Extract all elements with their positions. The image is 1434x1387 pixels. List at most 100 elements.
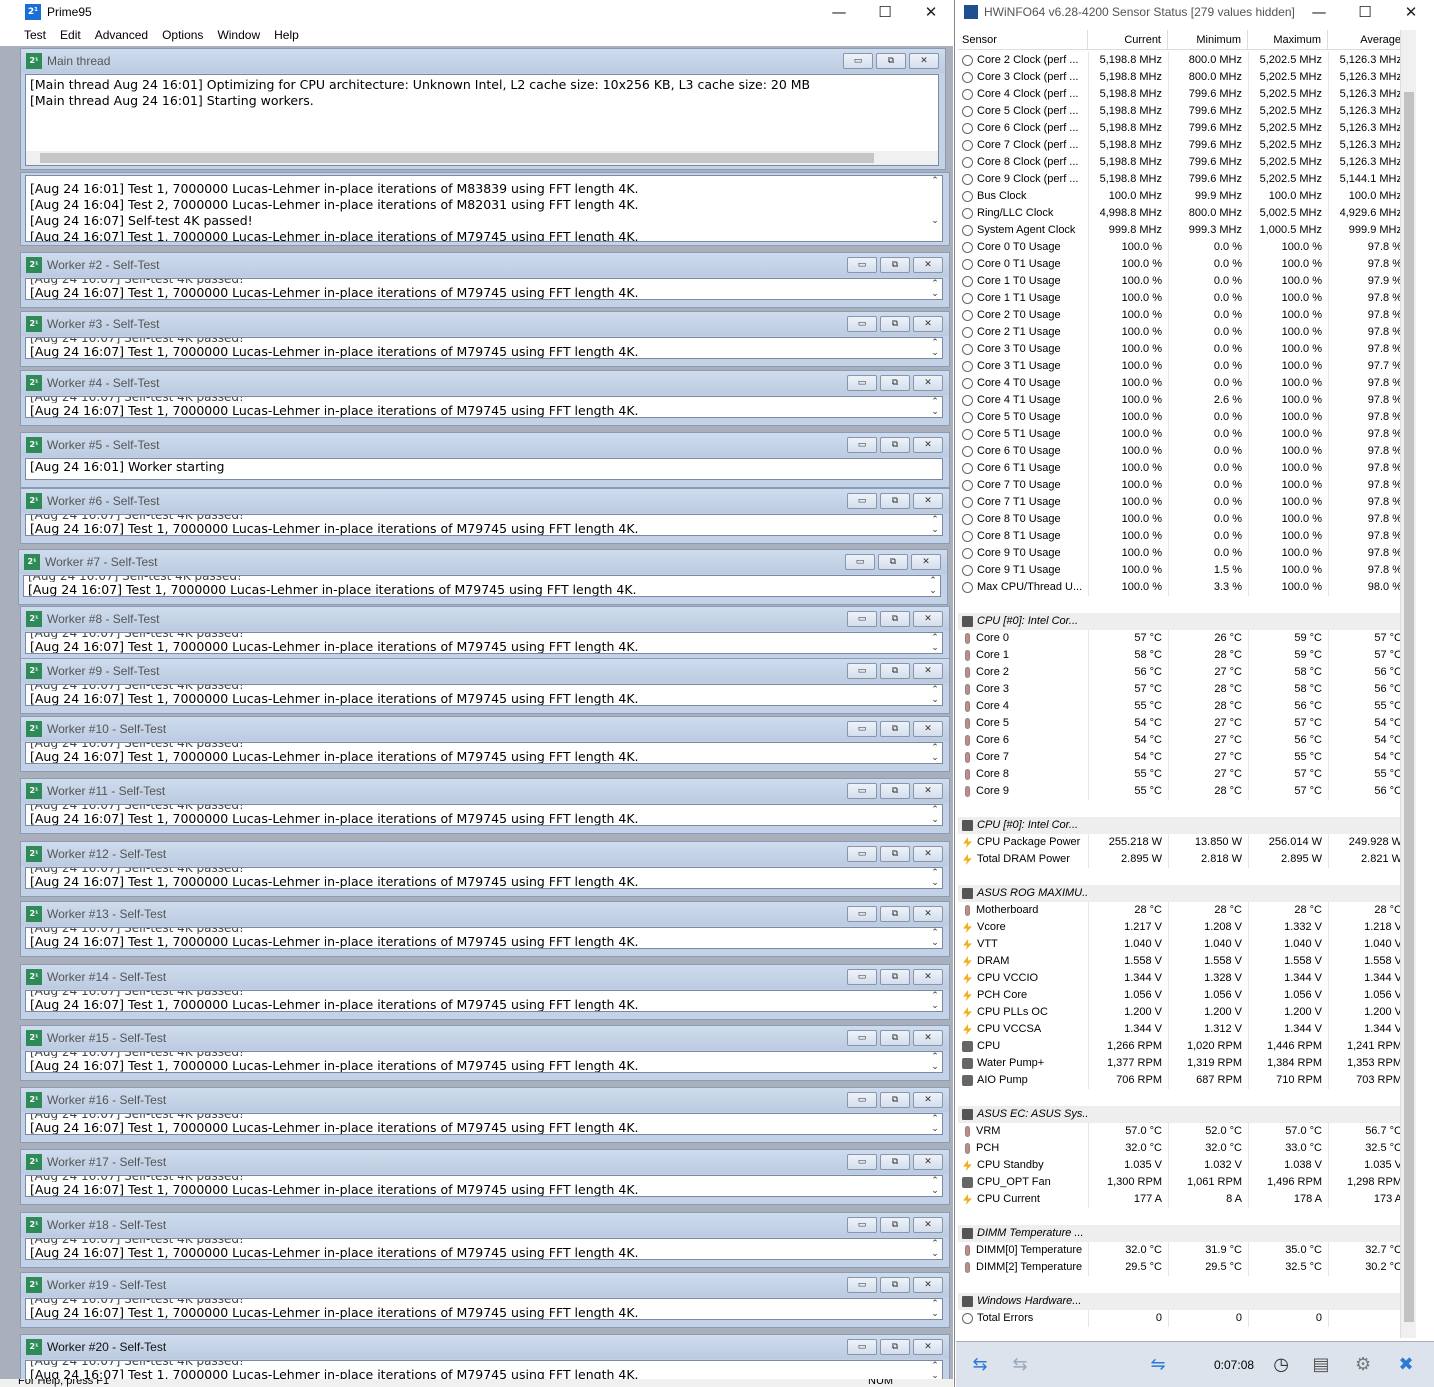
sensor-row[interactable]: Core 2 T1 Usage 100.0 % 0.0 % 100.0 % 97… bbox=[958, 324, 1408, 341]
close-button[interactable]: ✕ bbox=[913, 783, 943, 799]
vertical-scrollbar[interactable]: ⌃ ⌄ bbox=[928, 176, 942, 241]
sensor-row[interactable]: VTT 1.040 V 1.040 V 1.040 V 1.040 V bbox=[958, 936, 1408, 953]
minimize-button[interactable]: ▭ bbox=[847, 1092, 877, 1108]
close-button[interactable]: ✕ bbox=[913, 663, 943, 679]
worker-12-window[interactable]: 2¹ Worker #12 - Self-Test ▭ ⧉ ✕ [Aug 24 16:… bbox=[20, 841, 950, 897]
vertical-scrollbar[interactable]: ⌃ ⌄ bbox=[928, 1114, 942, 1134]
minimize-button[interactable]: ▭ bbox=[847, 846, 877, 862]
restore-button[interactable]: ⧉ bbox=[880, 611, 910, 627]
minimize-button[interactable]: ▭ bbox=[847, 1154, 877, 1170]
scrollbar-thumb[interactable] bbox=[1404, 92, 1414, 1322]
worker-11-window[interactable]: 2¹ Worker #11 - Self-Test ▭ ⧉ ✕ [Aug 24 16:… bbox=[20, 778, 950, 834]
sensor-row[interactable]: Core 7 54 °C 27 °C 55 °C 54 °C bbox=[958, 749, 1408, 766]
vertical-scrollbar[interactable]: ⌃ ⌄ bbox=[926, 576, 940, 596]
restore-button[interactable]: ⧉ bbox=[880, 721, 910, 737]
sensor-row[interactable]: Core 4 Clock (perf ... 5,198.8 MHz 799.6… bbox=[958, 86, 1408, 103]
sensor-group-row[interactable]: Windows Hardware... bbox=[958, 1293, 1408, 1310]
close-button[interactable]: ✕ bbox=[913, 493, 943, 509]
sensor-row[interactable]: Core 3 T0 Usage 100.0 % 0.0 % 100.0 % 97… bbox=[958, 341, 1408, 358]
minimize-button[interactable]: ▭ bbox=[847, 1277, 877, 1293]
sensor-row[interactable]: CPU 1,266 RPM 1,020 RPM 1,446 RPM 1,241 … bbox=[958, 1038, 1408, 1055]
menu-options[interactable]: Options bbox=[162, 28, 203, 42]
sensor-row[interactable]: Core 8 55 °C 27 °C 57 °C 55 °C bbox=[958, 766, 1408, 783]
menu-advanced[interactable]: Advanced bbox=[95, 28, 148, 42]
worker-5-window[interactable]: 2¹ Worker #5 - Self-Test ▭ ⧉ ✕ [Aug 24 16:0… bbox=[20, 432, 950, 488]
close-button[interactable]: ✕ bbox=[913, 437, 943, 453]
vertical-scrollbar[interactable]: ⌃ ⌄ bbox=[928, 805, 942, 825]
sensor-row[interactable]: Core 7 T0 Usage 100.0 % 0.0 % 100.0 % 97… bbox=[958, 477, 1408, 494]
column-average[interactable]: Average bbox=[1328, 30, 1408, 49]
worker-17-window[interactable]: 2¹ Worker #17 - Self-Test ▭ ⧉ ✕ [Aug 24 16:… bbox=[20, 1149, 950, 1205]
menu-window[interactable]: Window bbox=[217, 28, 260, 42]
menu-help[interactable]: Help bbox=[274, 28, 299, 42]
horizontal-scrollbar[interactable] bbox=[26, 151, 938, 165]
expand-arrows-icon[interactable]: ⇆ bbox=[960, 1348, 1000, 1382]
restore-button[interactable]: ⧉ bbox=[880, 1092, 910, 1108]
column-current[interactable]: Current bbox=[1088, 30, 1168, 49]
minimize-button[interactable]: ▭ bbox=[847, 375, 877, 391]
sensor-row[interactable]: Core 9 Clock (perf ... 5,198.8 MHz 799.6… bbox=[958, 171, 1408, 188]
vertical-scrollbar[interactable]: ⌃ ⌄ bbox=[928, 1239, 942, 1259]
restore-button[interactable]: ⧉ bbox=[880, 316, 910, 332]
close-button[interactable]: ✕ bbox=[913, 1217, 943, 1233]
sensor-row[interactable]: DIMM[2] Temperature 29.5 °C 29.5 °C 32.5… bbox=[958, 1259, 1408, 1276]
close-button[interactable]: ✕ bbox=[913, 375, 943, 391]
restore-button[interactable]: ⧉ bbox=[880, 493, 910, 509]
worker-18-window[interactable]: 2¹ Worker #18 - Self-Test ▭ ⧉ ✕ [Aug 24 16:… bbox=[20, 1212, 950, 1268]
sensor-row[interactable]: CPU Package Power 255.218 W 13.850 W 256… bbox=[958, 834, 1408, 851]
worker-4-window[interactable]: 2¹ Worker #4 - Self-Test ▭ ⧉ ✕ [Aug 24 16:0… bbox=[20, 370, 950, 426]
sensor-row[interactable]: Core 4 T1 Usage 100.0 % 2.6 % 100.0 % 97… bbox=[958, 392, 1408, 409]
sensor-row[interactable]: DIMM[0] Temperature 32.0 °C 31.9 °C 35.0… bbox=[958, 1242, 1408, 1259]
sensor-row[interactable]: AIO Pump 706 RPM 687 RPM 710 RPM 703 RPM bbox=[958, 1072, 1408, 1089]
vertical-scrollbar[interactable]: ⌃ ⌄ bbox=[928, 868, 942, 888]
restore-button[interactable]: ⧉ bbox=[880, 846, 910, 862]
vertical-scrollbar[interactable]: ⌃ ⌄ bbox=[928, 338, 942, 358]
minimize-button[interactable]: — bbox=[816, 3, 862, 21]
worker-3-window[interactable]: 2¹ Worker #3 - Self-Test ▭ ⧉ ✕ [Aug 24 16:0… bbox=[20, 311, 950, 367]
menu-edit[interactable]: Edit bbox=[60, 28, 81, 42]
sensor-row[interactable]: CPU VCCIO 1.344 V 1.328 V 1.344 V 1.344 … bbox=[958, 970, 1408, 987]
vertical-scrollbar[interactable]: ⌃ ⌄ bbox=[928, 928, 942, 948]
worker-20-window[interactable]: 2¹ Worker #20 - Self-Test ▭ ⧉ ✕ [Aug 24 16:… bbox=[20, 1334, 950, 1379]
close-button[interactable]: ✕ bbox=[913, 1339, 943, 1355]
worker-7-window[interactable]: 2¹ Worker #7 - Self-Test ▭ ⧉ ✕ [Aug 24 16:0… bbox=[18, 549, 948, 605]
add-report-icon[interactable]: ▤ bbox=[1300, 1348, 1342, 1382]
sensor-group-row[interactable]: ASUS ROG MAXIMU... bbox=[958, 885, 1408, 902]
minimize-button[interactable]: ▭ bbox=[847, 721, 877, 737]
sensor-group-row[interactable]: ASUS EC: ASUS Sys... bbox=[958, 1106, 1408, 1123]
minimize-button[interactable]: ▭ bbox=[847, 1217, 877, 1233]
sensor-row[interactable]: Core 9 T1 Usage 100.0 % 1.5 % 100.0 % 97… bbox=[958, 562, 1408, 579]
close-button[interactable]: ✕ bbox=[913, 611, 943, 627]
vertical-scrollbar[interactable]: ⌃ ⌄ bbox=[928, 279, 942, 299]
close-button[interactable]: ✕ bbox=[1388, 3, 1434, 21]
close-button[interactable]: ✕ bbox=[913, 257, 943, 273]
sensor-row[interactable]: Core 2 T0 Usage 100.0 % 0.0 % 100.0 % 97… bbox=[958, 307, 1408, 324]
sensor-row[interactable]: PCH Core 1.056 V 1.056 V 1.056 V 1.056 V bbox=[958, 987, 1408, 1004]
restore-button[interactable]: ⧉ bbox=[880, 375, 910, 391]
worker-19-window[interactable]: 2¹ Worker #19 - Self-Test ▭ ⧉ ✕ [Aug 24 16:… bbox=[20, 1272, 950, 1328]
maximize-button[interactable]: ☐ bbox=[862, 3, 908, 21]
minimize-button[interactable]: ▭ bbox=[847, 1339, 877, 1355]
worker-14-window[interactable]: 2¹ Worker #14 - Self-Test ▭ ⧉ ✕ [Aug 24 16:… bbox=[20, 964, 950, 1020]
sensor-row[interactable]: Core 9 T0 Usage 100.0 % 0.0 % 100.0 % 97… bbox=[958, 545, 1408, 562]
maximize-button[interactable]: ☐ bbox=[1342, 3, 1388, 21]
minimize-button[interactable]: ▭ bbox=[845, 554, 875, 570]
close-button[interactable]: ✕ bbox=[913, 846, 943, 862]
sensor-row[interactable]: Core 1 T0 Usage 100.0 % 0.0 % 100.0 % 97… bbox=[958, 273, 1408, 290]
worker-13-window[interactable]: 2¹ Worker #13 - Self-Test ▭ ⧉ ✕ [Aug 24 16:… bbox=[20, 901, 950, 957]
minimize-button[interactable]: ▭ bbox=[847, 783, 877, 799]
sensor-row[interactable]: Core 3 Clock (perf ... 5,198.8 MHz 800.0… bbox=[958, 69, 1408, 86]
worker-6-window[interactable]: 2¹ Worker #6 - Self-Test ▭ ⧉ ✕ [Aug 24 16:0… bbox=[20, 488, 950, 544]
sensor-row[interactable]: Total Errors 0 0 0 bbox=[958, 1310, 1408, 1327]
sensor-row[interactable]: DRAM 1.558 V 1.558 V 1.558 V 1.558 V bbox=[958, 953, 1408, 970]
column-sensor[interactable]: Sensor bbox=[958, 30, 1088, 49]
sensor-row[interactable]: CPU Standby 1.035 V 1.032 V 1.038 V 1.03… bbox=[958, 1157, 1408, 1174]
sensor-row[interactable]: Core 5 54 °C 27 °C 57 °C 54 °C bbox=[958, 715, 1408, 732]
close-button[interactable]: ✕ bbox=[908, 3, 954, 21]
sensor-row[interactable]: Core 8 T1 Usage 100.0 % 0.0 % 100.0 % 97… bbox=[958, 528, 1408, 545]
minimize-button[interactable]: ▭ bbox=[847, 969, 877, 985]
close-button[interactable]: ✕ bbox=[913, 1277, 943, 1293]
sensor-row[interactable]: Core 1 T1 Usage 100.0 % 0.0 % 100.0 % 97… bbox=[958, 290, 1408, 307]
hwinfo-titlebar[interactable]: HWiNFO64 v6.28-4200 Sensor Status [279 v… bbox=[956, 0, 1434, 24]
sensor-row[interactable]: VRM 57.0 °C 52.0 °C 57.0 °C 56.7 °C bbox=[958, 1123, 1408, 1140]
